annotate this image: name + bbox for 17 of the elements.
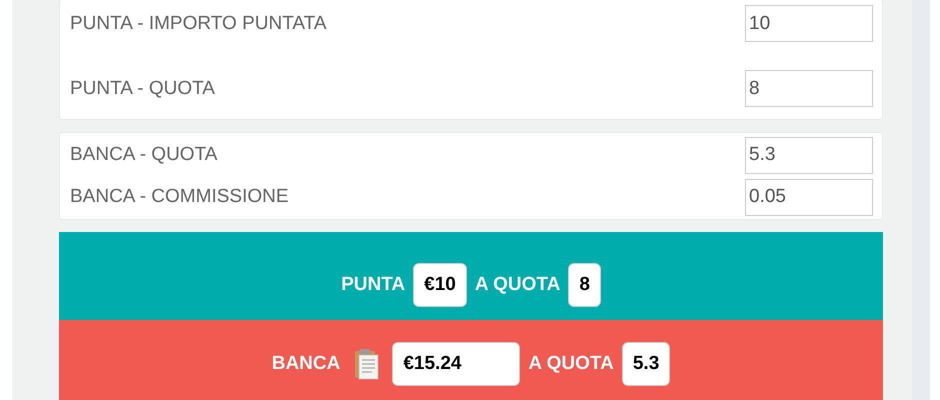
amount-value: €10 xyxy=(413,263,467,307)
input-field[interactable]: 5.3 xyxy=(745,136,873,174)
lay-label: BANCA xyxy=(272,353,340,375)
odds-label: A QUOTA xyxy=(528,353,614,375)
odds-label: A QUOTA xyxy=(474,274,560,296)
input-field[interactable]: 0.05 xyxy=(745,178,873,216)
odds-value: 5.3 xyxy=(622,342,670,386)
field-label: BANCA - QUOTA xyxy=(70,144,218,166)
amount-value: €15.24 xyxy=(392,342,520,386)
clipboard-icon[interactable] xyxy=(354,348,380,380)
field-label: PUNTA - IMPORTO PUNTATA xyxy=(70,12,327,34)
back-label: PUNTA xyxy=(341,274,406,296)
field-label: BANCA - COMMISSIONE xyxy=(70,186,289,208)
input-field[interactable]: 8 xyxy=(745,70,873,107)
odds-value: 8 xyxy=(568,263,601,307)
input-field[interactable]: 10 xyxy=(745,5,873,42)
field-label: PUNTA - QUOTA xyxy=(70,78,215,100)
